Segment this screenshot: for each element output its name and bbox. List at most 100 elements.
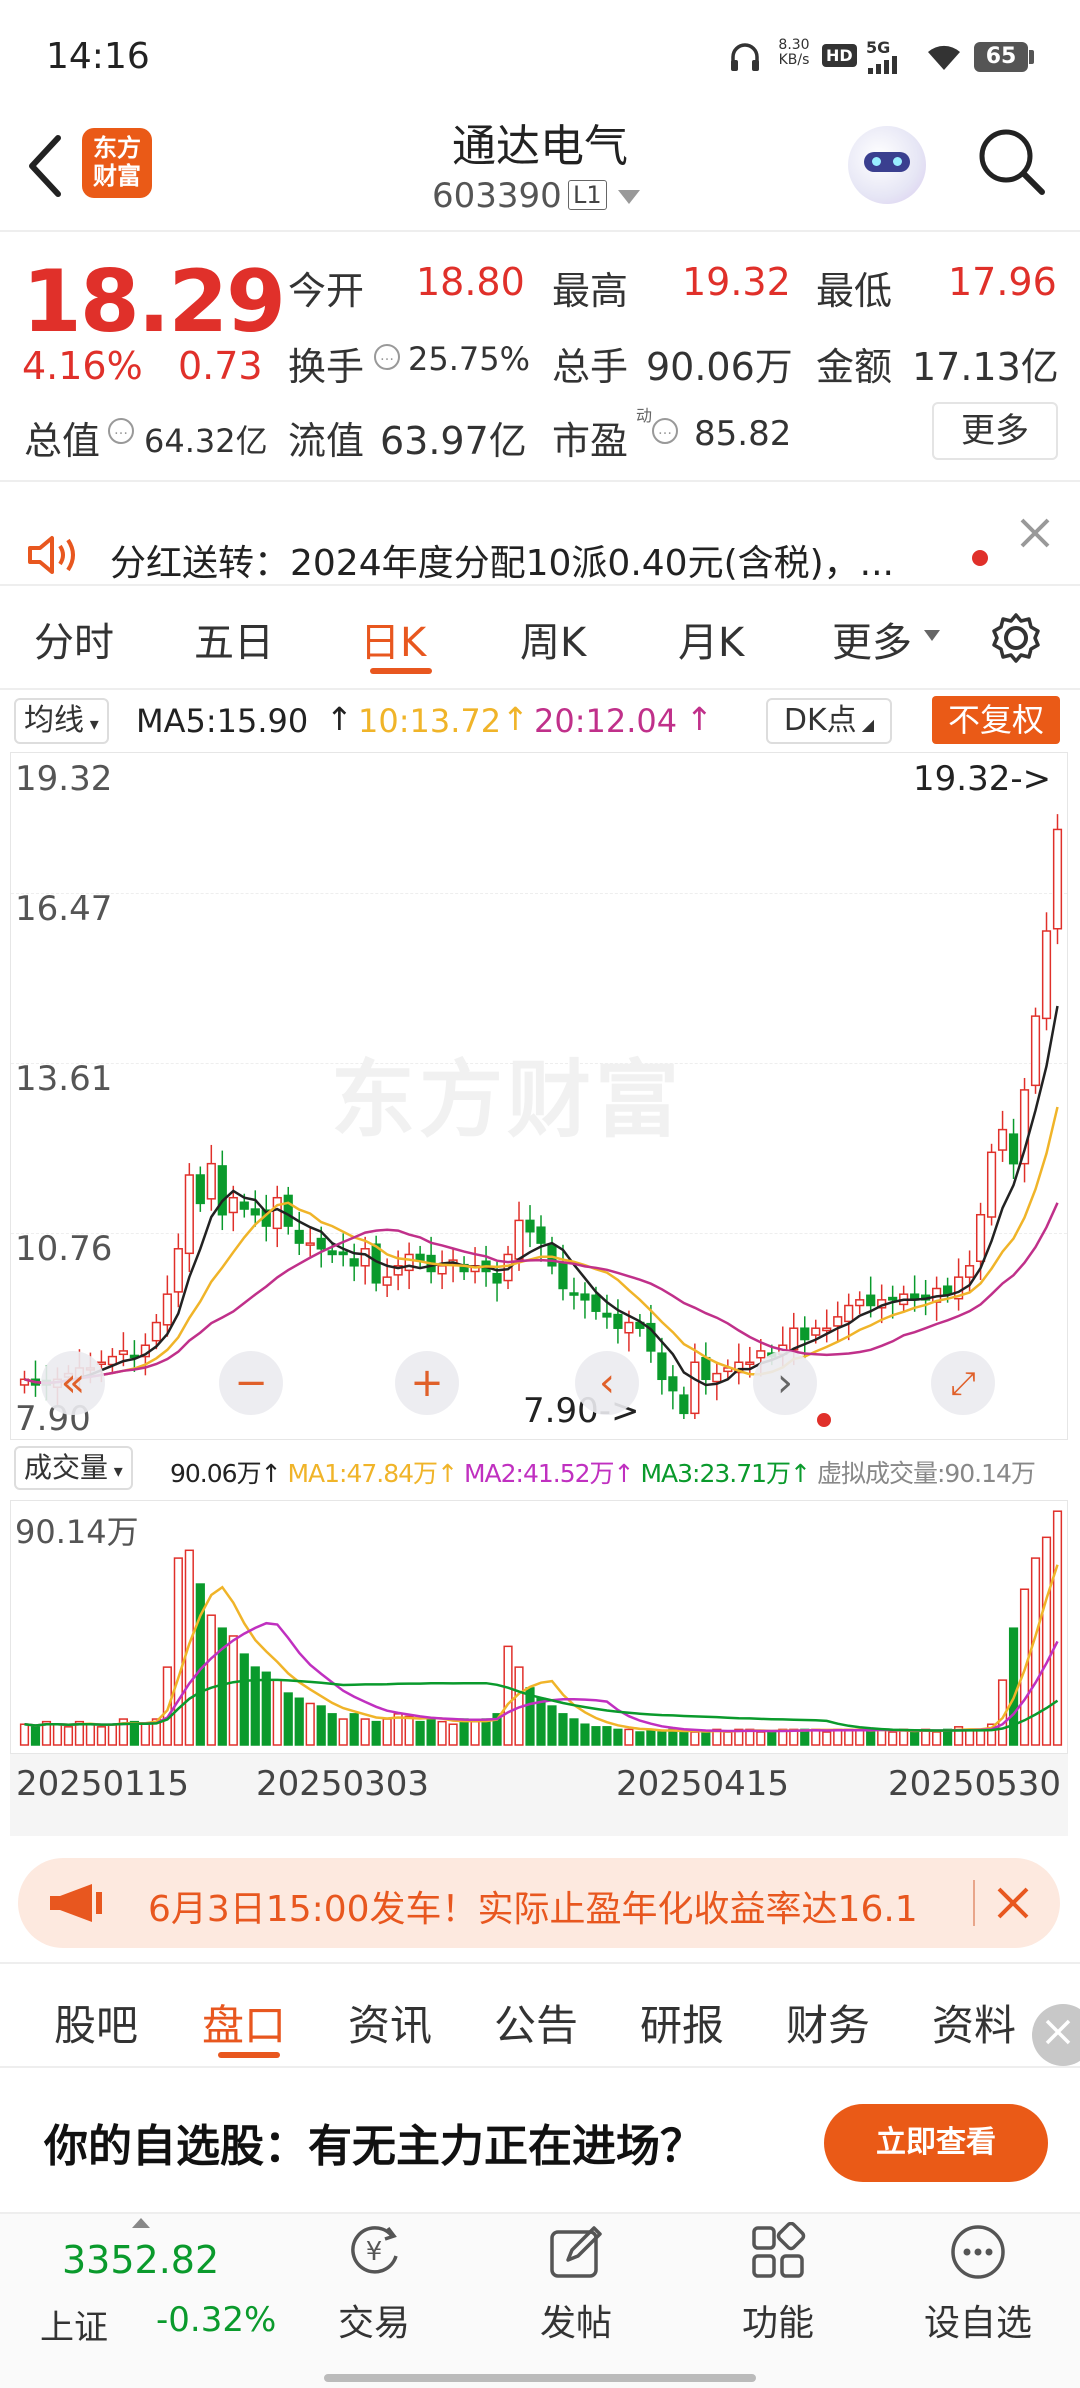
promo-banner[interactable]: 6月3日15:00发车！实际止盈年化收益率达16.1 — [18, 1858, 1060, 1948]
volume-bar — [349, 1713, 359, 1746]
scroll-left-icon[interactable]: ‹ — [575, 1351, 639, 1415]
volume-bar — [1041, 1536, 1052, 1746]
info-icon[interactable]: … — [652, 418, 678, 444]
tab-monthly-k[interactable]: 月K — [678, 610, 744, 668]
speaker-icon — [28, 536, 75, 574]
indicator-selector[interactable]: 成交量 ▾ — [14, 1446, 133, 1490]
watchlist-banner[interactable]: 你的自选股：有无主力正在进场？ 立即查看 — [0, 2004, 1080, 2212]
volume-bar — [888, 1731, 898, 1746]
scroll-left-fast-icon[interactable]: « — [41, 1351, 105, 1415]
search-icon[interactable] — [976, 126, 1048, 198]
nav-trade[interactable]: ¥ 交易 — [304, 2222, 444, 2372]
volume-chart[interactable]: 90.14万 — [10, 1500, 1068, 1754]
headphones-icon — [731, 43, 759, 71]
ma5-label: MA5:15.90 — [136, 702, 309, 740]
candle — [294, 1229, 304, 1244]
volume-bar — [602, 1726, 612, 1746]
high-value: 19.32 — [682, 260, 791, 304]
settings-gear-icon[interactable] — [990, 612, 1042, 664]
candle — [986, 1151, 997, 1218]
tab-announcements[interactable]: 公告 — [494, 1992, 578, 2053]
tab-daily-k[interactable]: 日K — [360, 610, 426, 668]
candle — [690, 1361, 700, 1415]
fullscreen-icon[interactable]: ⤢ — [931, 1351, 995, 1415]
volume-bar — [371, 1720, 381, 1746]
volume-bar — [96, 1726, 107, 1746]
close-icon[interactable] — [996, 1886, 1030, 1920]
candle — [745, 1361, 755, 1366]
tab-five-day[interactable]: 五日 — [194, 610, 274, 668]
volume-bar — [975, 1728, 986, 1746]
tab-pankou[interactable]: 盘口 — [202, 1992, 286, 2053]
candle — [580, 1293, 590, 1301]
zoom-out-icon[interactable]: − — [219, 1351, 283, 1415]
nav-post[interactable]: 发帖 — [506, 2222, 646, 2372]
candle — [888, 1296, 898, 1301]
volume-bar — [701, 1731, 711, 1746]
volume-bar — [624, 1728, 634, 1746]
chevron-down-icon[interactable] — [618, 190, 640, 206]
nav-functions[interactable]: 功能 — [708, 2222, 848, 2372]
volume-bar — [52, 1723, 63, 1746]
kline-chart[interactable]: 东方财富 19.32 16.47 13.61 10.76 7.90 19.32-… — [10, 752, 1068, 1440]
close-icon[interactable] — [1018, 516, 1052, 550]
dividend-notice[interactable]: 分红送转：2024年度分配10派0.40元(含税)，... — [0, 482, 1080, 584]
volume-bar — [228, 1635, 238, 1746]
volume-bar — [833, 1728, 843, 1746]
caret-down-icon[interactable] — [924, 630, 940, 642]
tab-fenshi[interactable]: 分时 — [34, 610, 114, 668]
candle — [1052, 828, 1063, 930]
tab-news[interactable]: 资讯 — [348, 1992, 432, 2053]
view-now-button[interactable]: 立即查看 — [824, 2104, 1048, 2182]
volume-ma-bar: 成交量 ▾ 90.06万↑ MA1:47.84万↑ MA2:41.52万↑ MA… — [0, 1444, 1080, 1494]
candle — [756, 1350, 766, 1359]
float-label: 流值 — [288, 419, 365, 463]
volume-bar — [206, 1614, 216, 1746]
volume-bar — [503, 1645, 513, 1746]
tab-profile[interactable]: 资料 — [932, 1992, 1016, 2053]
candle — [558, 1262, 568, 1290]
candle — [964, 1265, 975, 1278]
volume-bar — [591, 1726, 601, 1746]
volume-bar — [844, 1728, 854, 1746]
volume-bar — [481, 1718, 491, 1746]
tab-research[interactable]: 研报 — [640, 1992, 724, 2053]
volume-bar — [569, 1718, 579, 1746]
volume-bar — [283, 1692, 293, 1746]
volume-bar — [459, 1718, 469, 1746]
price-axis-label: 16.47 — [15, 889, 113, 929]
info-icon[interactable]: … — [108, 418, 134, 444]
dk-point-button[interactable]: DK点 ◢ — [766, 698, 892, 744]
candle — [811, 1327, 821, 1336]
tab-guba[interactable]: 股吧 — [54, 1992, 138, 2053]
pe-superscript: 动 — [636, 406, 653, 425]
date-label: 20250303 — [256, 1764, 430, 1804]
adjust-button[interactable]: 不复权 — [932, 696, 1060, 744]
tab-finance[interactable]: 财务 — [786, 1992, 870, 2053]
more-button[interactable]: 更多 — [932, 402, 1058, 460]
tab-weekly-k[interactable]: 周K — [520, 610, 586, 668]
ma-selector[interactable]: 均线 ▾ — [14, 698, 109, 744]
virtual-volume-label: 虚拟成交量:90.14万 — [816, 1459, 1036, 1488]
info-icon[interactable]: … — [374, 344, 400, 370]
tab-more[interactable]: 更多 — [832, 610, 912, 668]
candle — [822, 1327, 832, 1332]
nav-add-watchlist[interactable]: 设自选 — [908, 2222, 1048, 2372]
zoom-in-icon[interactable]: + — [395, 1351, 459, 1415]
robot-assistant-icon[interactable] — [848, 126, 926, 204]
level-badge[interactable]: L1 — [568, 180, 607, 210]
candle — [1041, 930, 1052, 1020]
close-icon[interactable] — [1032, 2004, 1080, 2066]
volume-bar — [129, 1720, 139, 1746]
candle — [657, 1352, 667, 1381]
high-label: 最高 — [552, 269, 629, 313]
scroll-right-icon[interactable]: › — [753, 1351, 817, 1415]
quote-panel: 18.29 4.16% 0.73 今开 18.80 最高 19.32 最低 17… — [0, 232, 1080, 482]
price-axis-label: 13.61 — [15, 1059, 113, 1099]
vol-label: 90.06万 — [170, 1459, 262, 1488]
candle — [118, 1350, 128, 1356]
float-value: 63.97亿 — [380, 419, 527, 463]
volume-bar — [558, 1713, 568, 1746]
index-quote[interactable]: 3352.82 上证 -0.32% — [0, 2214, 280, 2374]
mcap-value: 64.32亿 — [144, 422, 268, 460]
